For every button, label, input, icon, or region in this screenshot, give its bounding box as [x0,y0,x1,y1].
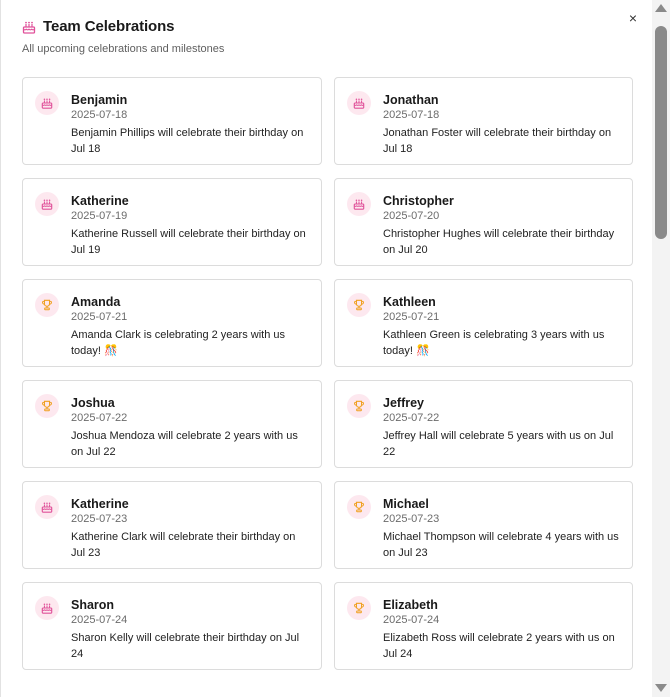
card-date: 2025-07-23 [71,513,128,525]
card-date: 2025-07-18 [71,109,128,121]
celebration-card[interactable]: Katherine 2025-07-23 Katherine Clark will … [22,481,322,569]
card-date: 2025-07-20 [383,210,440,222]
celebration-card[interactable]: Sharon 2025-07-24 Sharon Kelly will celebr… [22,582,322,670]
card-date: 2025-07-19 [71,210,128,222]
card-date: 2025-07-21 [71,311,128,323]
card-name: Michael [383,497,429,511]
card-message: Jeffrey Hall will celebrate 5 years with… [383,430,614,458]
card-message: Joshua Mendoza will celebrate 2 years wi… [71,430,298,458]
celebrations-modal: Team Celebrations All upcoming celebrati… [0,0,652,697]
card-date: 2025-07-24 [383,614,440,626]
card-message: Katherine Clark will celebrate their bir… [71,531,296,559]
card-date: 2025-07-24 [71,614,128,626]
celebration-card[interactable]: Christopher 2025-07-20 Christopher Hughes … [334,178,633,266]
card-message: Benjamin Phillips will celebrate their b… [71,127,304,155]
card-message: Elizabeth Ross will celebrate 2 years wi… [383,632,615,660]
card-name: Amanda [71,295,121,309]
card-name: Katherine [71,497,129,511]
card-name: Elizabeth [383,598,438,612]
trophy-icon [347,596,371,620]
celebration-card[interactable]: Jonathan 2025-07-18 Jonathan Foster will c… [334,77,633,165]
scroll-down-arrow-icon[interactable] [655,684,667,692]
card-name: Kathleen [383,295,436,309]
scroll-up-arrow-icon[interactable] [655,4,667,12]
cake-icon [35,192,59,216]
cake-icon [35,596,59,620]
trophy-icon [347,293,371,317]
celebration-card[interactable]: Benjamin 2025-07-18 Benjamin Phillips will… [22,77,322,165]
celebration-card[interactable]: Elizabeth 2025-07-24 Elizabeth Ross will c… [334,582,633,670]
card-date: 2025-07-22 [383,412,440,424]
celebration-grid: Benjamin 2025-07-18 Benjamin Phillips will… [22,77,633,670]
close-button[interactable]: × [625,10,641,26]
scrollbar[interactable] [652,0,670,697]
celebration-card[interactable]: Katherine 2025-07-19 Katherine Russell wil… [22,178,322,266]
card-name: Jonathan [383,93,439,107]
card-message: Jonathan Foster will celebrate their bir… [383,127,612,155]
card-message: Christopher Hughes will celebrate their … [383,228,615,256]
card-name: Benjamin [71,93,128,107]
card-date: 2025-07-21 [383,311,440,323]
modal-header: Team Celebrations All upcoming celebrati… [22,18,632,55]
cake-icon [347,91,371,115]
cake-icon [35,495,59,519]
card-message: Katherine Russell will celebrate their b… [71,228,306,256]
celebration-card[interactable]: Jeffrey 2025-07-22 Jeffrey Hall will celeb… [334,380,633,468]
card-message: Michael Thompson will celebrate 4 years … [383,531,619,559]
modal-title: Team Celebrations [43,18,175,35]
card-message: Sharon Kelly will celebrate their birthd… [71,632,300,660]
card-message: Kathleen Green is celebrating 3 years wi… [383,329,605,357]
celebration-card[interactable]: Michael 2025-07-23 Michael Thompson will c… [334,481,633,569]
trophy-icon [347,495,371,519]
card-date: 2025-07-18 [383,109,440,121]
modal-subtitle: All upcoming celebrations and milestones [22,43,225,55]
card-date: 2025-07-22 [71,412,128,424]
card-message: Amanda Clark is celebrating 2 years with… [71,329,285,357]
trophy-icon [347,394,371,418]
card-name: Joshua [71,396,115,410]
celebration-card[interactable]: Joshua 2025-07-22 Joshua Mendoza will cele… [22,380,322,468]
cake-icon [22,20,36,34]
cake-icon [347,192,371,216]
title-row: Team Celebrations [22,18,632,35]
celebration-card[interactable]: Amanda 2025-07-21 Amanda Clark is celebrat… [22,279,322,367]
cake-icon [35,91,59,115]
scroll-thumb[interactable] [655,26,667,239]
card-name: Katherine [71,194,129,208]
card-name: Sharon [71,598,115,612]
close-icon: × [628,10,638,26]
celebration-card[interactable]: Kathleen 2025-07-21 Kathleen Green is cele… [334,279,633,367]
trophy-icon [35,293,59,317]
trophy-icon [35,394,59,418]
card-date: 2025-07-23 [383,513,440,525]
card-name: Jeffrey [383,396,424,410]
card-name: Christopher [383,194,454,208]
